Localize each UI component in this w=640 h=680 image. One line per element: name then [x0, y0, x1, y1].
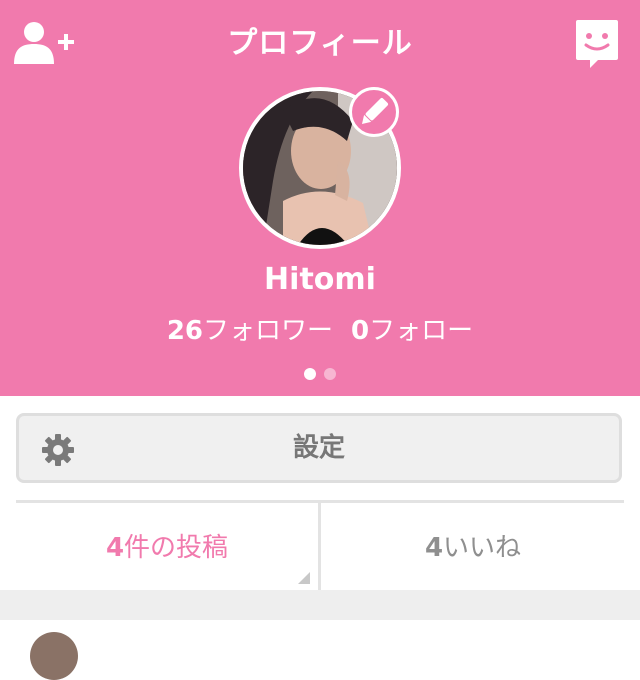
page-dot-2 [324, 368, 336, 380]
posts-count: 4 [105, 533, 125, 563]
username: Hitomi [264, 262, 376, 297]
page-title: プロフィール [227, 26, 413, 61]
edit-profile-button[interactable] [349, 87, 399, 137]
settings-button[interactable]: 設定 [16, 413, 622, 483]
post-avatar[interactable] [30, 632, 78, 680]
likes-label: いいね [443, 533, 522, 563]
follow-stats: 26フォロワー 0フォロー [0, 310, 640, 347]
following-count: 0 [351, 316, 370, 346]
posts-label: 件の投稿 [124, 533, 229, 563]
tab-posts[interactable]: 4件の投稿 [16, 503, 318, 590]
chat-smile-icon [576, 20, 618, 68]
selected-corner-icon [298, 572, 310, 584]
tab-divider [318, 503, 321, 590]
following-link[interactable]: 0フォロー [351, 316, 473, 346]
chat-button[interactable] [574, 18, 620, 70]
followers-count: 26 [166, 316, 204, 346]
feed-separator [0, 590, 640, 620]
likes-count: 4 [424, 533, 444, 563]
following-label: フォロー [369, 316, 474, 346]
page-dot-1 [304, 368, 316, 380]
profile-header: プロフィール Hitomi 26フォロワー 0フォロー [0, 0, 640, 396]
tab-likes[interactable]: 4いいね [322, 503, 624, 590]
settings-label: 設定 [292, 433, 345, 463]
page-indicator [0, 368, 640, 380]
followers-label: フォロワー [203, 316, 334, 346]
followers-link[interactable]: 26フォロワー [167, 316, 333, 346]
profile-avatar-area [239, 87, 401, 249]
pencil-icon [361, 97, 389, 125]
